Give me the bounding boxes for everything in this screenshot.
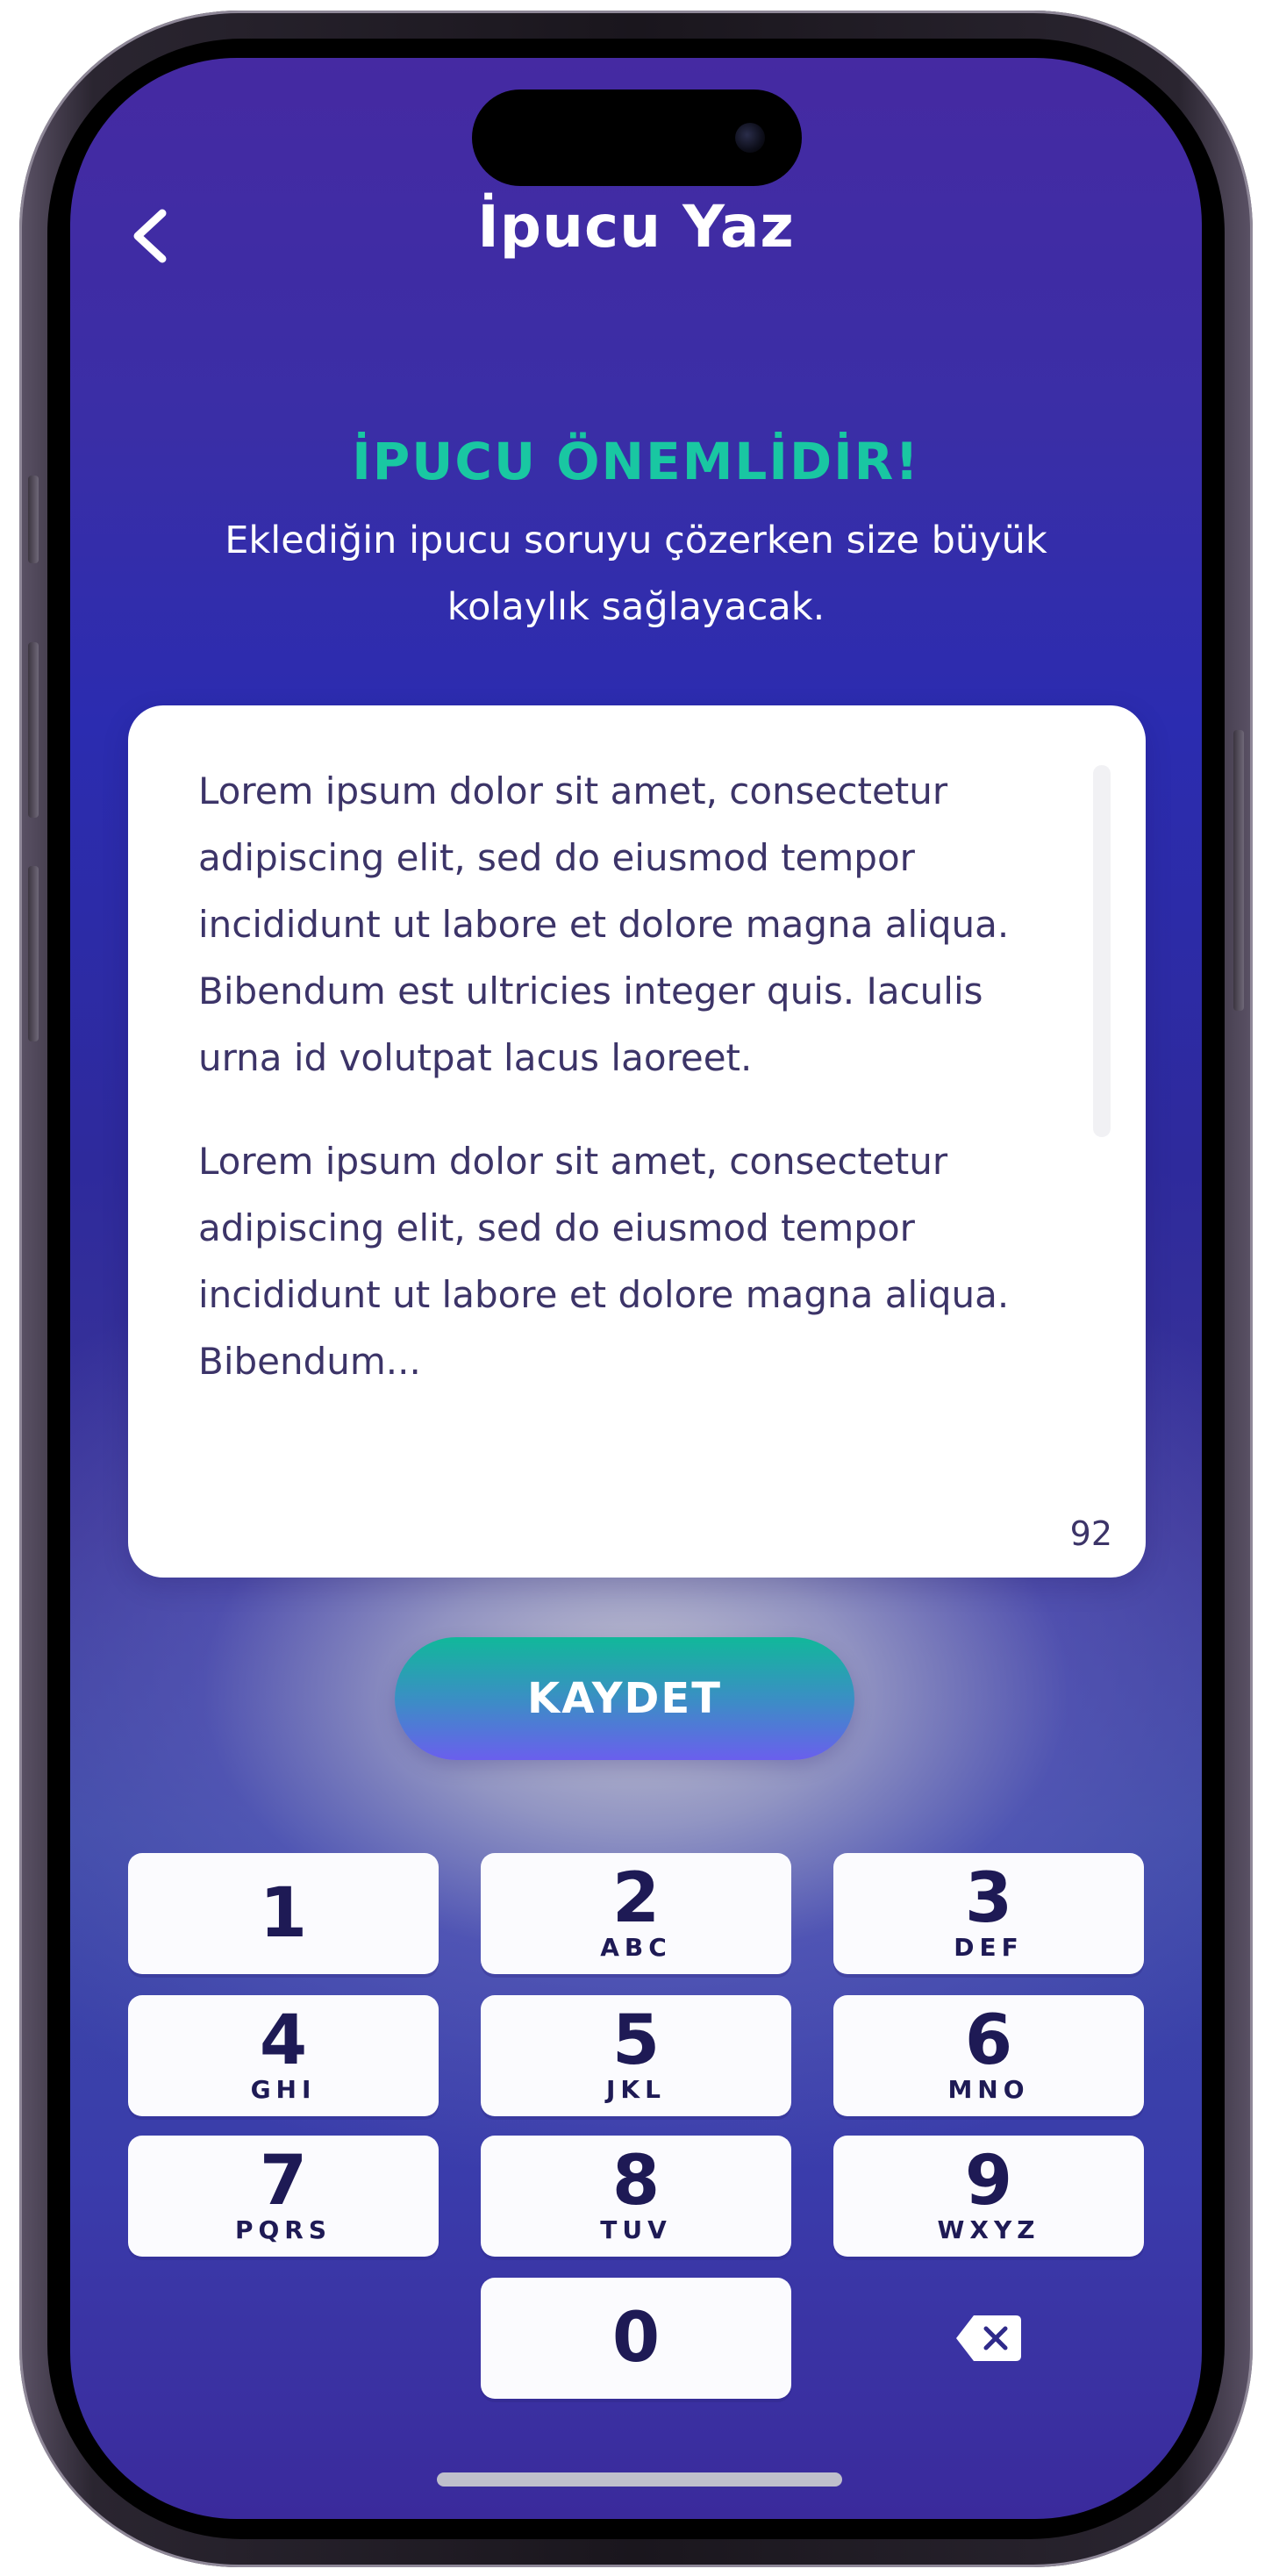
key-letters: PQRS xyxy=(234,2215,332,2244)
keypad-key-5[interactable]: 5 JKL xyxy=(481,1995,791,2116)
front-camera-icon xyxy=(735,123,765,153)
power-button xyxy=(1233,730,1244,1011)
keypad-key-9[interactable]: 9 WXYZ xyxy=(833,2136,1144,2257)
character-count: 92 xyxy=(1069,1514,1112,1553)
hint-title: İPUCU ÖNEMLİDİR! xyxy=(352,432,920,491)
key-digit: 3 xyxy=(964,1859,1013,1938)
hint-paragraph-2: Lorem ipsum dolor sit amet, consectetur … xyxy=(198,1140,1010,1383)
action-button xyxy=(28,476,39,563)
keypad-key-3[interactable]: 3 DEF xyxy=(833,1853,1144,1974)
key-digit: 7 xyxy=(259,2142,308,2221)
key-digit: 5 xyxy=(611,2001,661,2080)
text-scrollbar[interactable] xyxy=(1093,765,1111,1137)
backspace-icon xyxy=(956,2315,1021,2361)
keypad-key-6[interactable]: 6 MNO xyxy=(833,1995,1144,2116)
keypad-key-4[interactable]: 4 GHI xyxy=(128,1995,439,2116)
key-digit: 4 xyxy=(259,2001,308,2080)
key-letters: DEF xyxy=(954,1933,1024,1962)
keypad-key-1[interactable]: 1 xyxy=(128,1853,439,1974)
volume-down-button xyxy=(28,866,39,1041)
key-digit: 8 xyxy=(611,2142,661,2221)
dynamic-island xyxy=(472,89,802,186)
key-letters: WXYZ xyxy=(937,2215,1040,2244)
key-letters: GHI xyxy=(250,2075,317,2104)
hint-paragraph-1: Lorem ipsum dolor sit amet, consectetur … xyxy=(198,769,1010,1079)
key-digit: 0 xyxy=(611,2299,661,2378)
hint-subtitle-line-1: Eklediğin ipucu soruyu çözerken size büy… xyxy=(225,519,1047,562)
page-title: İpucu Yaz xyxy=(477,193,795,261)
hint-text-area[interactable]: Lorem ipsum dolor sit amet, consectetur … xyxy=(128,705,1146,1578)
keypad-key-7[interactable]: 7 PQRS xyxy=(128,2136,439,2257)
keypad-key-8[interactable]: 8 TUV xyxy=(481,2136,791,2257)
key-letters: TUV xyxy=(600,2215,672,2244)
key-letters: MNO xyxy=(947,2075,1030,2104)
app-screen: İpucu Yaz İPUCU ÖNEMLİDİR! Eklediğin ipu… xyxy=(70,58,1202,2519)
volume-up-button xyxy=(28,642,39,818)
key-letters: ABC xyxy=(600,1933,672,1962)
keypad-delete-button[interactable] xyxy=(833,2278,1144,2399)
key-letters: JKL xyxy=(606,2075,666,2104)
hint-subtitle-line-2: kolaylık sağlayacak. xyxy=(447,585,825,629)
home-indicator[interactable] xyxy=(437,2472,842,2487)
keypad-key-0[interactable]: 0 xyxy=(481,2278,791,2399)
hint-text-content[interactable]: Lorem ipsum dolor sit amet, consectetur … xyxy=(198,758,1075,1432)
keypad-key-2[interactable]: 2 ABC xyxy=(481,1853,791,1974)
key-digit: 6 xyxy=(964,2001,1013,2080)
hint-subtitle: Eklediğin ipucu soruyu çözerken size büy… xyxy=(193,507,1079,640)
save-button[interactable]: KAYDET xyxy=(395,1637,854,1760)
key-digit: 1 xyxy=(259,1874,308,1953)
key-digit: 2 xyxy=(611,1859,661,1938)
key-digit: 9 xyxy=(964,2142,1013,2221)
